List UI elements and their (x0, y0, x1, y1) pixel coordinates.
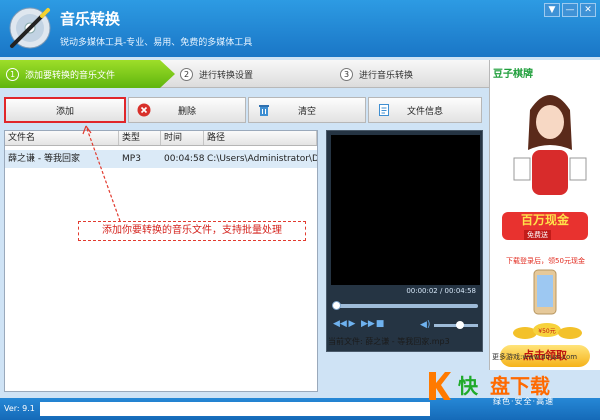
watermark-slogan: 绿色·安全·高速 (493, 397, 555, 406)
status-field (40, 402, 430, 416)
playback-time: 00:00:02 / 00:04:58 (406, 287, 476, 295)
watermark-kuai: 快 (458, 374, 478, 398)
step-number: 1 (6, 67, 19, 81)
document-icon (379, 104, 389, 116)
volume-handle[interactable] (456, 320, 465, 329)
file-list-header: 文件名 类型 时间 路径 (5, 131, 317, 146)
step-label: 进行音乐转换 (359, 70, 414, 81)
rewind-icon[interactable]: ◀◀ (333, 319, 347, 329)
clear-label: 清空 (297, 106, 316, 117)
annotation-callout: 添加你要转换的音乐文件，支持批量处理 (78, 221, 306, 241)
step-bar: 1 添加要转换的音乐文件 2 进行转换设置 3 进行音乐转换 (0, 60, 490, 88)
volume-control: ◀) (420, 320, 478, 330)
column-header-time[interactable]: 时间 (161, 131, 204, 145)
file-list[interactable]: 文件名 类型 时间 路径 薛之谦 - 等我回家 MP3 00:04:58 C:\… (4, 130, 318, 392)
toolbar: 添加 删除 清空 文件信息 (4, 97, 482, 123)
clear-button[interactable]: 清空 (248, 97, 366, 123)
app-title: 音乐转换 (60, 10, 121, 28)
current-file: 当前文件: 薛之谦 - 等我回家.mp3 (328, 337, 450, 346)
trash-icon (259, 105, 269, 116)
minimize-button[interactable]: — (562, 3, 578, 17)
cell-type: MP3 (122, 154, 141, 164)
step-number: 3 (340, 67, 353, 81)
watermark-brand: 盘下载 (490, 374, 550, 398)
cell-path: C:\Users\Administrator\D... (207, 154, 317, 164)
volume-slider[interactable] (434, 320, 478, 329)
cell-name: 薛之谦 - 等我回家 (8, 154, 80, 164)
app-subtitle: 锐动多媒体工具-专业、易用、免费的多媒体工具 (60, 38, 253, 48)
speaker-icon[interactable]: ◀) (420, 320, 430, 330)
delete-icon (137, 103, 151, 117)
table-row[interactable]: 薛之谦 - 等我回家 MP3 00:04:58 C:\Users\Adminis… (5, 150, 317, 168)
column-header-name[interactable]: 文件名 (5, 131, 119, 145)
phone-icon (533, 269, 557, 315)
step-label: 添加要转换的音乐文件 (25, 70, 116, 81)
media-player: 00:00:02 / 00:04:58 ◀◀ ▶ ▶▶ ■ ◀) (326, 130, 483, 352)
playback-controls: ◀◀ ▶ ▶▶ ■ (333, 319, 385, 329)
ad-brand: 豆子棋牌 (493, 69, 533, 80)
gold-coins-icon: ¥50元 (513, 323, 582, 339)
column-header-type[interactable]: 类型 (119, 131, 161, 145)
file-info-label: 文件信息 (406, 106, 443, 117)
step-1[interactable]: 1 添加要转换的音乐文件 (0, 60, 175, 88)
video-preview (331, 135, 480, 285)
step-label: 进行转换设置 (199, 70, 254, 81)
ad-girl-illustration-icon (513, 95, 587, 195)
disc-wand-logo-icon (9, 7, 51, 49)
menu-button[interactable]: ▼ (544, 3, 560, 17)
cell-time: 00:04:58 (164, 154, 204, 164)
step-number: 2 (180, 67, 193, 81)
close-button[interactable]: ✕ (580, 3, 596, 17)
ad-promo-text: 下载登录后，领50元现金 (506, 257, 585, 265)
delete-label: 删除 (177, 106, 196, 117)
ad-subheadline: 免费送 (524, 230, 551, 240)
play-icon[interactable]: ▶ (347, 319, 357, 329)
seek-handle[interactable] (332, 301, 342, 310)
version-label: Ver: 9.1 (4, 404, 35, 413)
coin-label: ¥50元 (538, 328, 555, 335)
add-label: 添加 (55, 106, 74, 117)
step-2[interactable]: 2 进行转换设置 (180, 60, 253, 88)
add-button[interactable]: 添加 (4, 97, 126, 123)
window-controls: ▼ — ✕ (544, 3, 596, 17)
delete-button[interactable]: 删除 (128, 97, 246, 123)
forward-icon[interactable]: ▶▶ (361, 319, 375, 329)
ad-panel[interactable]: 豆子棋牌 百万现金 免费送 下载登录后，领50元现金 ¥50元 点击领取 更多游… (489, 60, 600, 370)
ad-more-games-link[interactable]: 更多游戏:www.douzi.com (492, 352, 600, 362)
stop-icon[interactable]: ■ (375, 319, 385, 329)
step-3[interactable]: 3 进行音乐转换 (340, 60, 413, 88)
k-logo-icon (429, 372, 451, 400)
file-info-button[interactable]: 文件信息 (368, 97, 482, 123)
title-bar: 音乐转换 锐动多媒体工具-专业、易用、免费的多媒体工具 ▼ — ✕ (0, 0, 600, 57)
column-header-path[interactable]: 路径 (204, 131, 317, 145)
seek-bar[interactable] (332, 301, 478, 310)
